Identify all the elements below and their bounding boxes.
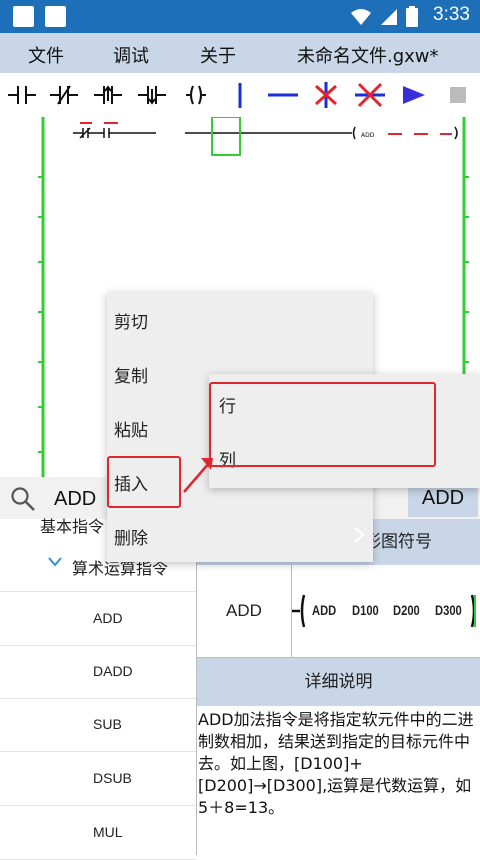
list-item-add[interactable]: ADD: [0, 592, 196, 646]
detail-panel: 梯形图符号 ADD ADD D100 D200 D300 详细说明 ADD加法指…: [197, 519, 480, 855]
detail-description: ADD加法指令是将指定软元件中的二进制数相加，结果送到指定的目标元件中去。如上图…: [198, 710, 474, 817]
symbol-op: ADD: [312, 602, 337, 618]
search-icon: [11, 487, 35, 511]
cursor-cell: [211, 117, 241, 156]
pointer-arrow-icon: [183, 458, 213, 493]
menu-cut[interactable]: 剪切: [107, 292, 373, 346]
menu-delete[interactable]: 删除: [107, 508, 373, 562]
symbol-operand-c: D300: [435, 602, 462, 618]
chevron-down-icon: [48, 557, 62, 567]
contact-nc-icon[interactable]: [48, 81, 80, 109]
submenu-column[interactable]: 列: [209, 430, 480, 484]
ladder-symbol: ADD D100 D200 D300: [292, 565, 480, 658]
chevron-right-icon: [354, 527, 365, 543]
contact-no-icon[interactable]: [6, 81, 38, 109]
run-icon[interactable]: [398, 81, 430, 109]
list-item-sub[interactable]: SUB: [0, 698, 196, 752]
contact-rising-icon[interactable]: [92, 81, 124, 109]
instruction-name: ADD: [197, 565, 292, 658]
delete-horizontal-line-icon[interactable]: [354, 81, 386, 109]
clock: 3:33: [433, 4, 470, 25]
symbol-operand-a: D100: [352, 602, 379, 618]
signal-icon: [381, 9, 397, 25]
menu-about[interactable]: 关于: [200, 42, 236, 68]
contact-falling-icon[interactable]: [136, 81, 168, 109]
square-icon: [45, 6, 66, 27]
list-header-fragment: 基本指令: [40, 517, 105, 536]
battery-icon: [406, 6, 418, 27]
menu-bar: 文件 调试 关于 未命名文件.gxw*: [0, 33, 480, 73]
detail-header: 详细说明: [197, 658, 480, 706]
list-item-mul[interactable]: MUL: [0, 806, 196, 860]
coil-icon[interactable]: [180, 81, 212, 109]
symbol-operand-b: D200: [393, 602, 420, 618]
vertical-line-icon[interactable]: [224, 81, 256, 109]
instruction-list: 基本指令 算术运算指令 ADD DADD SUB DSUB MUL: [0, 517, 197, 860]
stop-icon[interactable]: [442, 81, 474, 109]
list-item-dadd[interactable]: DADD: [0, 645, 196, 699]
menu-file[interactable]: 文件: [28, 42, 64, 68]
list-item-dsub[interactable]: DSUB: [0, 752, 196, 806]
delete-vertical-line-icon[interactable]: [310, 81, 342, 109]
status-bar: 3:33: [0, 0, 480, 33]
rung-op-label: ADD: [361, 132, 375, 139]
square-icon: [13, 6, 34, 27]
wifi-icon: [351, 9, 371, 25]
toolbar: [0, 73, 480, 118]
insert-submenu: 行 列: [209, 374, 480, 488]
document-title: 未命名文件.gxw*: [297, 46, 439, 67]
menu-debug[interactable]: 调试: [113, 42, 149, 68]
submenu-row[interactable]: 行: [209, 376, 480, 430]
horizontal-line-icon[interactable]: [267, 81, 299, 109]
